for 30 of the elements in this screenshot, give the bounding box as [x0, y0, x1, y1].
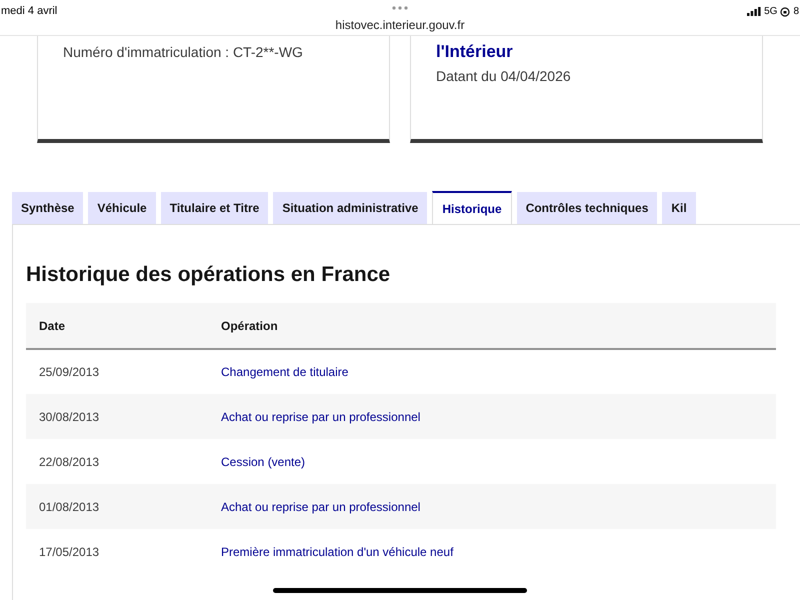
status-date: medi 4 avril [1, 4, 58, 19]
network-label: 5G [764, 5, 778, 19]
operation-cell: Première immatriculation d'un véhicule neuf [221, 544, 454, 558]
column-header: Date [26, 303, 208, 349]
column-header: Opération [208, 303, 776, 349]
more-dots-icon [392, 6, 408, 10]
rotation-lock-icon [780, 6, 790, 16]
operation-cell: Achat ou reprise par un professionnel [221, 500, 420, 514]
card-text: Datant du 04/04/2026 [436, 67, 572, 86]
battery-percent: 8 [793, 5, 799, 19]
address-url[interactable]: histovec.interieur.gouv.fr [0, 16, 800, 34]
card-text: Numéro d'immatriculation : CT-2**-WG [63, 43, 304, 62]
date-cell: 17/05/2013 [39, 544, 100, 558]
date-cell: 25/09/2013 [39, 365, 100, 379]
tab[interactable]: Historique [432, 191, 512, 224]
date-cell: 01/08/2013 [39, 500, 100, 514]
date-cell: 30/08/2013 [39, 410, 100, 424]
tab[interactable]: Véhicule [88, 192, 156, 224]
tab[interactable]: Contrôles techniques [516, 192, 658, 224]
tab[interactable]: Kil [662, 192, 696, 224]
tab[interactable]: Titulaire et Titre [160, 192, 268, 224]
tab[interactable]: Synthèse [12, 192, 84, 224]
section-title: Historique des opérations en France [26, 262, 392, 288]
signal-icon [747, 7, 762, 16]
tab[interactable]: Situation administrative [273, 192, 428, 224]
operation-cell: Cession (vente) [221, 454, 306, 468]
operation-cell: Achat ou reprise par un professionnel [221, 410, 420, 424]
date-cell: 22/08/2013 [39, 454, 100, 468]
card-title: l'Intérieur [436, 41, 514, 63]
operation-cell: Changement de titulaire [221, 365, 348, 379]
